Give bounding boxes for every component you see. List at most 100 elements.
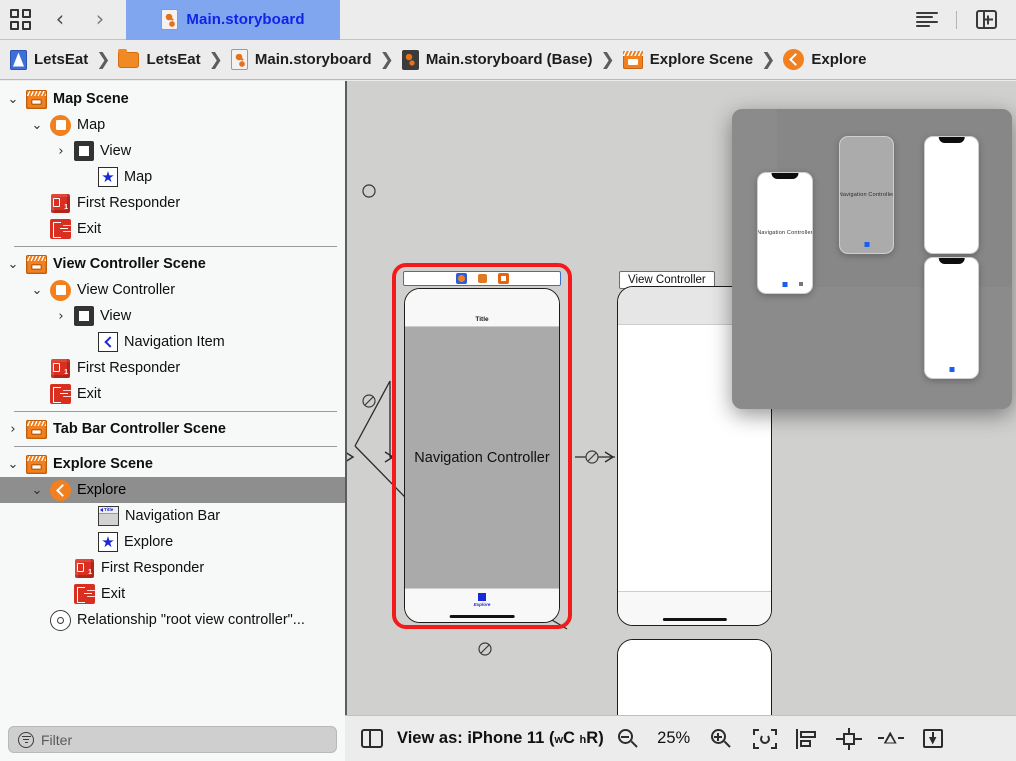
scene-dock[interactable]	[403, 271, 561, 286]
chevron-right-icon[interactable]: ›	[54, 309, 68, 324]
outline-item-label: View Controller	[77, 282, 176, 298]
breadcrumb-label: Main.storyboard (Base)	[425, 51, 593, 68]
outline-item-label: First Responder	[77, 195, 181, 211]
outline-item-map[interactable]: ⌄ Map	[0, 112, 345, 138]
outline-item-label: Relationship "root view controller"...	[77, 612, 305, 628]
outline-item-explore[interactable]: ★ Explore	[0, 529, 345, 555]
outline-item-view-controller-scene[interactable]: ⌄ View Controller Scene	[0, 251, 345, 277]
canvas-bottom-toolbar: View as: iPhone 11 (w C h R) 25%	[345, 715, 1016, 761]
outline-item-view-controller[interactable]: ⌄ View Controller	[0, 277, 345, 303]
chevron-down-icon[interactable]: ⌄	[6, 92, 20, 107]
outline-item-exit[interactable]: Exit	[0, 381, 345, 407]
tab-main-storyboard[interactable]: Main.storyboard	[126, 0, 340, 40]
breadcrumb-item[interactable]: Explore Scene	[622, 50, 753, 69]
outline-item-view[interactable]: › View	[0, 138, 345, 164]
outline-item-view[interactable]: › View	[0, 303, 345, 329]
outline-item-label: Navigation Bar	[125, 508, 221, 524]
search-input[interactable]: Filter	[8, 726, 337, 753]
add-new-constraints-button[interactable]	[828, 716, 870, 761]
breadcrumb-item[interactable]: LetsEat	[10, 49, 88, 70]
breadcrumb-label: Main.storyboard	[254, 51, 372, 68]
outline-item-first-responder[interactable]: 1 First Responder	[0, 190, 345, 216]
outline-item-label: First Responder	[101, 560, 205, 576]
filter-bar: Filter	[0, 718, 345, 761]
breadcrumb-item[interactable]: Main.storyboard	[230, 49, 372, 70]
scene-icon	[622, 50, 643, 69]
project-icon	[10, 49, 27, 70]
outline-item-label: Tab Bar Controller Scene	[53, 421, 226, 437]
home-indicator	[662, 618, 727, 621]
view-controller-dock-icon[interactable]	[455, 273, 467, 284]
chevron-down-icon[interactable]: ⌄	[6, 257, 20, 272]
outline-item-navigation-bar[interactable]: Title Navigation Bar	[0, 503, 345, 529]
mini-phone-4	[924, 257, 979, 379]
navigate-forward-button[interactable]: ›	[80, 0, 120, 40]
navigate-back-button[interactable]: ‹	[40, 0, 80, 40]
zoom-out-button[interactable]	[604, 716, 645, 761]
outline-item-map-scene[interactable]: ⌄ Map Scene	[0, 86, 345, 112]
tab-bar-item-explore[interactable]: Explore	[473, 593, 491, 607]
relationship-icon	[50, 609, 71, 631]
view-as-control[interactable]: View as: iPhone 11 (w C h R)	[397, 729, 604, 748]
zoom-out-icon	[617, 729, 638, 748]
breadcrumb-item[interactable]: LetsEat	[118, 48, 201, 68]
mini-body: Navigation Controller	[840, 137, 893, 253]
chevron-down-icon[interactable]: ⌄	[30, 283, 44, 298]
outline-item-label: Navigation Item	[124, 334, 225, 350]
outline-item-map[interactable]: ★ Map	[0, 164, 345, 190]
outline-divider	[14, 246, 337, 247]
editor-options-button[interactable]	[907, 0, 947, 40]
mini-body: Navigation Controller	[758, 173, 812, 293]
storyboard-file-icon	[161, 9, 179, 30]
phone-mockup-partial[interactable]	[617, 639, 772, 715]
scene-icon	[26, 454, 47, 474]
outline-item-first-responder[interactable]: 1 First Responder	[0, 355, 345, 381]
chevron-right-icon[interactable]: ›	[6, 422, 20, 437]
navigation-bar-area[interactable]: Title	[405, 289, 559, 327]
chevron-down-icon[interactable]: ⌄	[30, 118, 44, 133]
outline-item-label: Explore	[77, 482, 127, 498]
exit-dock-icon[interactable]	[497, 273, 509, 284]
outline-item-tab-bar-controller-scene[interactable]: › Tab Bar Controller Scene	[0, 416, 345, 442]
outline-item-explore-scene[interactable]: ⌄ Explore Scene	[0, 451, 345, 477]
tab-item-label: Explore	[473, 602, 491, 607]
breadcrumb-item[interactable]: Main.storyboard (Base)	[401, 49, 593, 70]
storyboard-canvas[interactable]: View Controller Title Navigation Control…	[345, 81, 1016, 715]
chevron-right-icon[interactable]: ›	[54, 144, 68, 159]
zoom-in-button[interactable]	[703, 716, 738, 761]
toggle-document-outline-button[interactable]	[353, 716, 391, 761]
show-tab-overview-button[interactable]	[0, 0, 40, 40]
add-editor-button[interactable]	[966, 0, 1006, 40]
embed-in-button[interactable]	[870, 716, 912, 761]
tab-label: Main.storyboard	[186, 11, 305, 28]
chevron-down-icon[interactable]: ⌄	[30, 483, 44, 498]
star-icon: ★	[98, 167, 118, 187]
chevron-left-icon: ‹	[55, 7, 65, 31]
breadcrumb-label: LetsEat	[146, 51, 201, 68]
document-outline-sidebar: ⌄ Map Scene ⌄ Map › View ★ Map 1 First Responder E…	[0, 81, 345, 761]
phone-mockup-navigation-controller[interactable]: Title Navigation Controller Explore	[404, 288, 560, 623]
outline-item-exit[interactable]: Exit	[0, 581, 345, 607]
outline-item-navigation-item[interactable]: Navigation Item	[0, 329, 345, 355]
outline-item-label: Exit	[101, 586, 126, 602]
align-button[interactable]	[786, 716, 828, 761]
outline-item-explore[interactable]: ⌄ Explore	[0, 477, 345, 503]
outline-item-first-responder[interactable]: 1 First Responder	[0, 555, 345, 581]
outline-item-label: Explore	[124, 534, 174, 550]
tab-bar-right-controls	[907, 0, 1016, 40]
first-responder-dock-icon[interactable]	[477, 273, 488, 284]
outline-divider	[14, 446, 337, 447]
home-indicator	[449, 615, 515, 618]
resolve-auto-layout-issues-button[interactable]	[744, 716, 786, 761]
breadcrumb-separator: ❯	[761, 49, 776, 70]
mini-body	[925, 137, 978, 253]
zoom-level[interactable]: 25%	[645, 729, 703, 748]
chevron-down-icon[interactable]: ⌄	[6, 457, 20, 472]
view-controller-back-icon	[50, 479, 71, 501]
exit-icon	[74, 584, 95, 604]
breadcrumb-item[interactable]: Explore	[783, 49, 866, 70]
outline-item-label: View	[100, 143, 132, 159]
outline-item-exit[interactable]: Exit	[0, 216, 345, 242]
outline-item-relationship-root-view-controller[interactable]: Relationship "root view controller"...	[0, 607, 345, 633]
update-frames-button[interactable]	[912, 716, 954, 761]
